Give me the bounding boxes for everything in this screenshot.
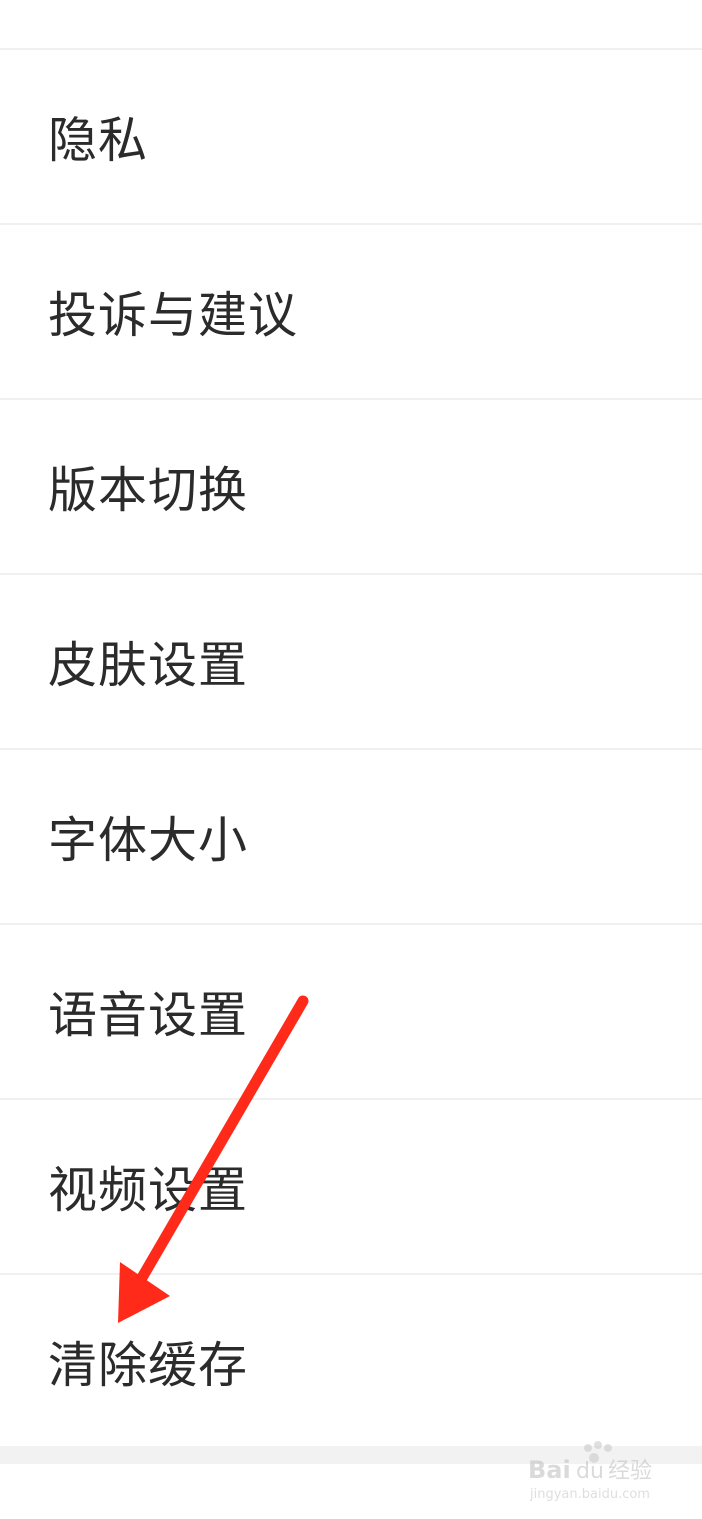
settings-item-feedback[interactable]: 投诉与建议 [0, 225, 702, 400]
settings-item-label: 投诉与建议 [48, 287, 299, 344]
settings-item-skin[interactable]: 皮肤设置 [0, 575, 702, 750]
svg-text:jingyan.baidu.com: jingyan.baidu.com [529, 1487, 650, 1502]
settings-list: 隐私 投诉与建议 版本切换 皮肤设置 字体大小 语音设置 视频设置 清除缓存 [0, 48, 702, 1448]
settings-item-label: 清除缓存 [48, 1337, 249, 1394]
settings-item-version-switch[interactable]: 版本切换 [0, 400, 702, 575]
settings-item-label: 视频设置 [48, 1162, 249, 1219]
settings-item-video[interactable]: 视频设置 [0, 1100, 702, 1275]
settings-item-font-size[interactable]: 字体大小 [0, 750, 702, 925]
settings-item-label: 隐私 [48, 112, 149, 169]
settings-item-label: 皮肤设置 [48, 637, 249, 694]
settings-item-privacy[interactable]: 隐私 [0, 50, 702, 225]
settings-item-label: 版本切换 [48, 462, 249, 519]
settings-item-label: 语音设置 [48, 987, 249, 1044]
section-divider [0, 1446, 702, 1464]
settings-item-label: 字体大小 [48, 812, 249, 869]
settings-item-clear-cache[interactable]: 清除缓存 [0, 1275, 702, 1448]
settings-item-voice[interactable]: 语音设置 [0, 925, 702, 1100]
